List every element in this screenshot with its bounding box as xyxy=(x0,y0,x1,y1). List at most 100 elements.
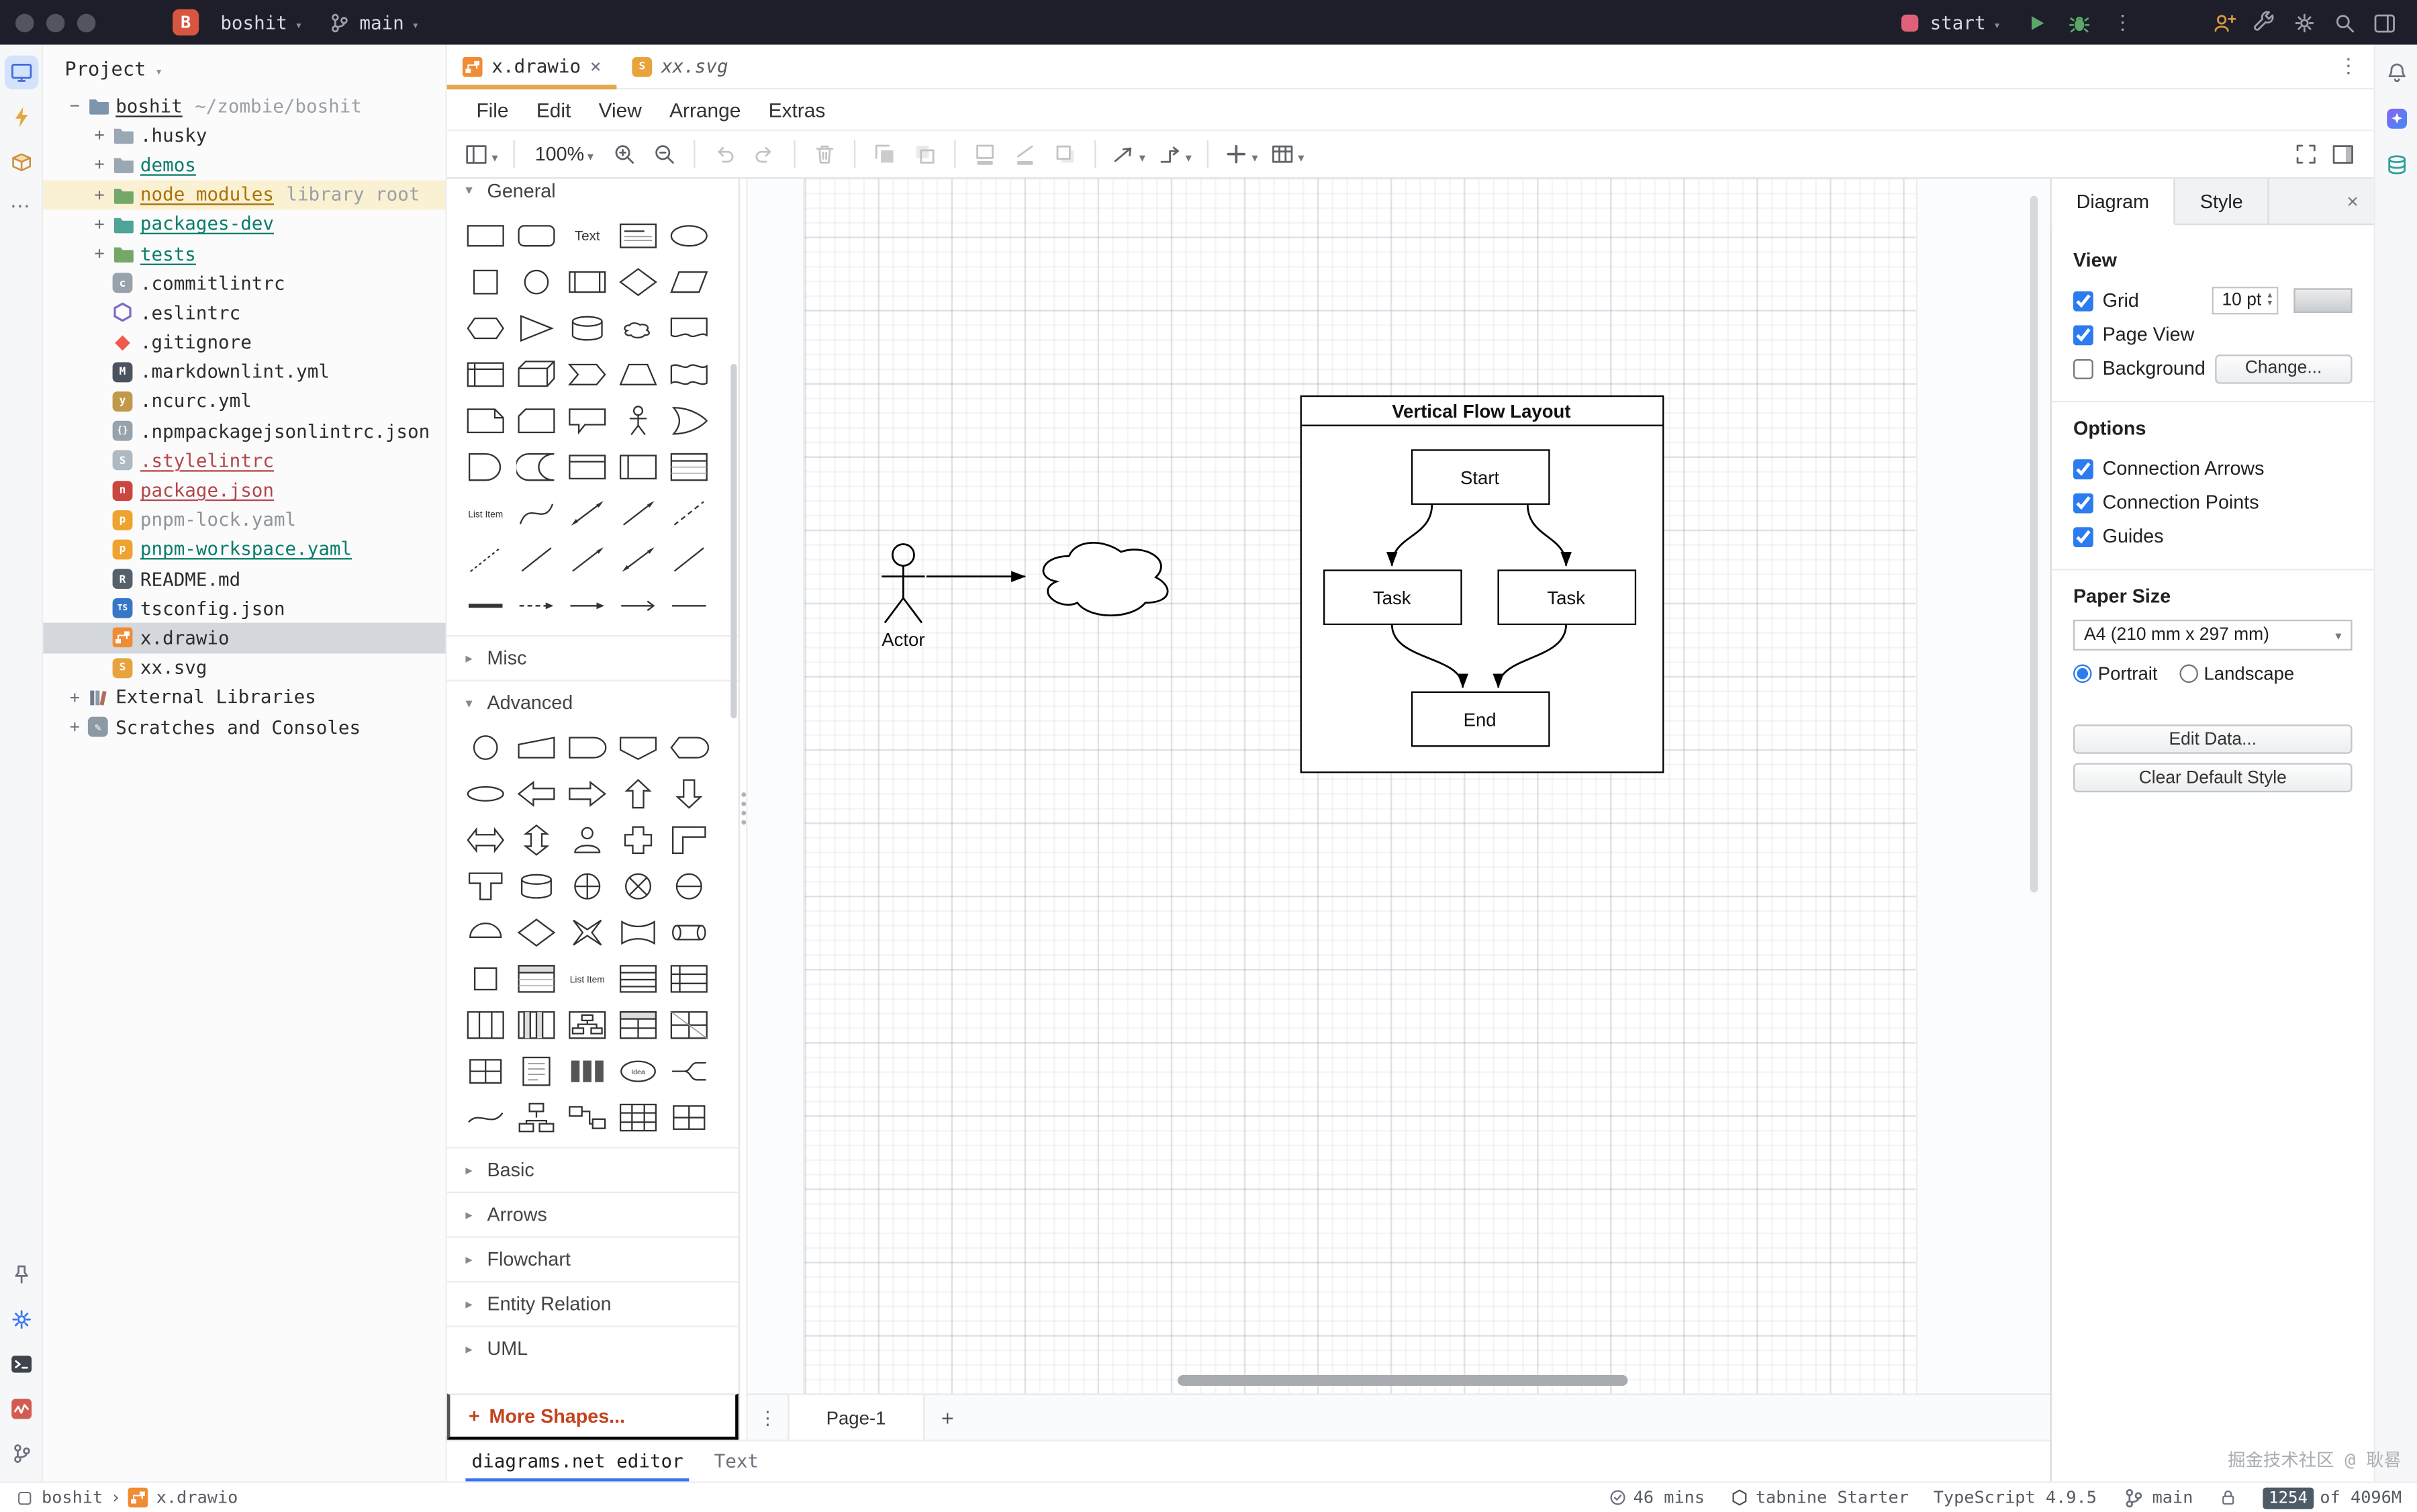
tree-item-readme-md[interactable]: RREADME.md xyxy=(43,564,445,594)
shapes-section-general[interactable]: ▾General xyxy=(447,179,739,213)
flat-ellipse-shape[interactable] xyxy=(459,774,510,814)
harrow-open-shape[interactable] xyxy=(612,585,663,626)
diamond-shape[interactable] xyxy=(510,912,561,953)
tab-style[interactable]: Style xyxy=(2175,179,2269,224)
cols2-shape[interactable] xyxy=(510,1005,561,1045)
tree-item-node-modules[interactable]: +node_moduleslibrary root xyxy=(43,180,445,209)
tape-shape[interactable] xyxy=(663,355,714,395)
tree-item-pnpm-lock-yaml[interactable]: ppnpm-lock.yaml xyxy=(43,505,445,534)
expander-minus-icon[interactable]: − xyxy=(64,96,85,116)
document-shape[interactable] xyxy=(663,308,714,348)
pages-menu-button[interactable]: ⋮ xyxy=(748,1407,788,1428)
view-tab-text[interactable]: Text xyxy=(699,1442,774,1482)
view-panel-button[interactable] xyxy=(459,136,502,173)
editor-tab-x-drawio[interactable]: x.drawio xyxy=(447,45,617,88)
circle-plus-shape[interactable] xyxy=(561,866,612,906)
clear-default-style-button[interactable]: Clear Default Style xyxy=(2073,763,2353,792)
table-button[interactable] xyxy=(1266,136,1309,173)
breadcrumb-file[interactable]: x.drawio xyxy=(156,1488,238,1508)
format-panel-button[interactable] xyxy=(2324,136,2361,173)
tree-item-ncurc-yml[interactable]: y.ncurc.yml xyxy=(43,387,445,416)
expander-plus-icon[interactable]: + xyxy=(89,214,109,234)
menu-view[interactable]: View xyxy=(585,98,656,121)
settings-button[interactable] xyxy=(2285,4,2325,41)
project-selector[interactable]: boshit xyxy=(208,0,315,45)
tree-item-packages-dev[interactable]: +packages-dev xyxy=(43,209,445,239)
expander-plus-icon[interactable]: + xyxy=(89,185,109,205)
tee-shape[interactable] xyxy=(459,866,510,906)
concave-shape[interactable] xyxy=(612,912,663,953)
memory-indicator[interactable]: 1254 of 4096M xyxy=(2263,1486,2402,1508)
users-button[interactable] xyxy=(2204,4,2244,41)
biarrow-d-shape[interactable] xyxy=(612,540,663,580)
tree-item-demos[interactable]: +demos xyxy=(43,150,445,180)
callout-shape[interactable] xyxy=(561,401,612,441)
shapes-section-advanced[interactable]: ▾Advanced xyxy=(447,680,739,725)
view-tab-diagrams-net-editor[interactable]: diagrams.net editor xyxy=(457,1442,699,1482)
option-connection-arrows[interactable]: Connection Arrows xyxy=(2073,452,2353,486)
tab-options-button[interactable]: ⋮ xyxy=(2338,55,2374,78)
canvas-vertical-scrollbar[interactable] xyxy=(2030,196,2038,893)
panel-splitter[interactable] xyxy=(740,179,747,1439)
cross-shape[interactable] xyxy=(612,820,663,860)
pipe-shape[interactable] xyxy=(663,912,714,953)
more-run-actions-button[interactable]: ⋮ xyxy=(2103,4,2143,41)
data-storage-shape[interactable] xyxy=(510,447,561,487)
shapes-section-entity-relation[interactable]: ▸Entity Relation xyxy=(447,1281,739,1326)
menu-file[interactable]: File xyxy=(463,98,522,121)
actor-shape[interactable] xyxy=(882,544,925,622)
zoom-dropdown[interactable]: 100% xyxy=(526,136,603,173)
list-shape[interactable] xyxy=(663,447,714,487)
tabnine-status[interactable]: tabnine Starter xyxy=(1729,1488,1909,1508)
block-right-shape[interactable] xyxy=(561,774,612,814)
debug-button[interactable] xyxy=(2059,4,2099,41)
curve-shape[interactable] xyxy=(510,493,561,534)
grid-checkbox[interactable] xyxy=(2073,291,2093,311)
editor-tab-xx-svg[interactable]: Sxx.svg xyxy=(616,45,743,88)
expander-plus-icon[interactable]: + xyxy=(89,126,109,146)
line-color-button[interactable] xyxy=(1006,136,1043,173)
hexagon-shape[interactable] xyxy=(459,308,510,348)
table-head-shape[interactable] xyxy=(612,1005,663,1045)
ai-assistant-button[interactable] xyxy=(2379,102,2414,136)
dash-d-shape[interactable] xyxy=(663,493,714,534)
block-up-shape[interactable] xyxy=(612,774,663,814)
xcross-shape[interactable] xyxy=(561,912,612,953)
breadcrumb-project[interactable]: boshit xyxy=(42,1488,103,1508)
typescript-version[interactable]: TypeScript 4.9.5 xyxy=(1934,1488,2097,1508)
rows2-shape[interactable] xyxy=(663,959,714,999)
delay-shape[interactable] xyxy=(561,728,612,768)
git-branch-button[interactable] xyxy=(4,1437,38,1471)
tree-item-eslintrc[interactable]: .eslintrc xyxy=(43,298,445,328)
tree-item-scratches-and-consoles[interactable]: +✎Scratches and Consoles xyxy=(43,712,445,742)
background-checkbox[interactable] xyxy=(2073,359,2093,379)
cube-shape[interactable] xyxy=(510,355,561,395)
internal-storage-shape[interactable] xyxy=(459,355,510,395)
shapes-section-arrows[interactable]: ▸Arrows xyxy=(447,1192,739,1237)
actor-shape[interactable] xyxy=(612,401,663,441)
delete-button[interactable] xyxy=(806,136,843,173)
lock-icon[interactable] xyxy=(2218,1488,2238,1508)
undo-button[interactable] xyxy=(706,136,743,173)
central-idea-shape[interactable]: Idea xyxy=(612,1051,663,1092)
line-d-shape[interactable] xyxy=(663,540,714,580)
branch2-shape[interactable] xyxy=(663,1051,714,1092)
text-shape[interactable]: Text xyxy=(561,216,612,256)
block-ud-shape[interactable] xyxy=(510,820,561,860)
bars-dark-shape[interactable] xyxy=(561,1051,612,1092)
to-back-button[interactable] xyxy=(906,136,943,173)
or-shape[interactable] xyxy=(663,401,714,441)
shapes-section-misc[interactable]: ▸Misc xyxy=(447,635,739,680)
option-guides[interactable]: Guides xyxy=(2073,520,2353,554)
page-tab-1[interactable]: Page-1 xyxy=(788,1395,925,1440)
page-view-checkbox[interactable] xyxy=(2073,324,2093,344)
note-shape[interactable] xyxy=(459,401,510,441)
fullscreen-button[interactable] xyxy=(2287,136,2324,173)
square-shape[interactable] xyxy=(459,262,510,302)
tree-item-x-drawio[interactable]: x.drawio xyxy=(43,623,445,653)
close-format-panel-button[interactable] xyxy=(2331,179,2373,224)
more-button[interactable]: ⋯ xyxy=(4,189,38,224)
harrow-shape[interactable] xyxy=(561,585,612,626)
step-shape[interactable] xyxy=(561,355,612,395)
shadow-button[interactable] xyxy=(1047,136,1084,173)
